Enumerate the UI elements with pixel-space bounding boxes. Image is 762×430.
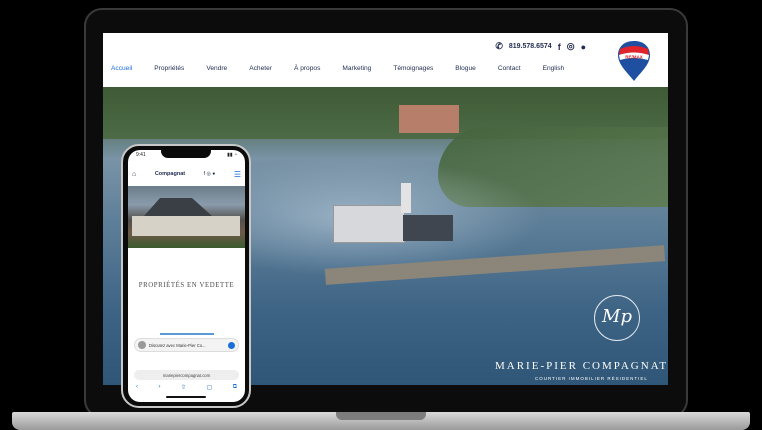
laptop-notch	[336, 412, 426, 420]
messenger-chat-bar[interactable]: Discutez avec Marie-Pier Co...	[134, 338, 239, 352]
tabs-icon[interactable]: ⧉	[233, 384, 237, 391]
phone-status-bar: 9:41 ▮▮ ◔	[136, 152, 237, 158]
site-header: ✆ 819.578.6574 f ◎ ● Accueil Propriétés …	[103, 33, 668, 87]
signal-icon: ▮▮ ◔	[227, 152, 237, 158]
marina-building-dark	[403, 215, 453, 241]
section-title: PROPRIÉTÉS EN VEDETTE	[138, 282, 235, 289]
phone-logo-text[interactable]: Compagnat	[155, 171, 185, 177]
avatar	[138, 341, 146, 349]
phone-screen: 9:41 ▮▮ ◔ ⌂ Compagnat f ◎ ● ☰ PROPRIÉTÉS…	[128, 150, 245, 402]
bookmarks-icon[interactable]: ▢	[207, 384, 213, 391]
messenger-text: Discutez avec Marie-Pier Co...	[149, 342, 206, 348]
marina-building	[333, 205, 405, 243]
remax-balloon-logo[interactable]: RE/MAX	[616, 39, 652, 83]
nav-item-english[interactable]: English	[543, 65, 565, 72]
status-time: 9:41	[136, 152, 146, 158]
nav-item-proprietes[interactable]: Propriétés	[154, 65, 184, 72]
home-icon[interactable]: ⌂	[132, 171, 136, 178]
brand-monogram: Mp	[594, 295, 640, 341]
phone-icon: ✆	[495, 41, 503, 51]
nav-item-temoignages[interactable]: Témoignages	[393, 65, 433, 72]
browser-toolbar: ‹ › ⇧ ▢ ⧉	[136, 384, 237, 391]
nav-item-marketing[interactable]: Marketing	[342, 65, 371, 72]
logo-text: RE/MAX	[625, 55, 643, 60]
nav-item-accueil[interactable]: Accueil	[111, 65, 132, 72]
instagram-icon[interactable]: ◎	[567, 41, 575, 52]
nav-item-vendre[interactable]: Vendre	[206, 65, 227, 72]
facebook-icon[interactable]: f	[558, 42, 561, 52]
home-indicator	[166, 396, 206, 398]
phone-number[interactable]: 819.578.6574	[509, 43, 552, 50]
back-icon[interactable]: ‹	[136, 384, 138, 391]
phone-site-header: ⌂ Compagnat f ◎ ● ☰	[128, 164, 245, 184]
main-nav: Accueil Propriétés Vendre Acheter À prop…	[111, 65, 586, 72]
pinterest-icon[interactable]: ●	[581, 42, 586, 52]
featured-house-photo[interactable]	[128, 186, 245, 248]
messenger-icon[interactable]	[228, 341, 235, 349]
nav-item-acheter[interactable]: Acheter	[249, 65, 272, 72]
nav-item-blogue[interactable]: Blogue	[455, 65, 476, 72]
contact-bar: ✆ 819.578.6574 f ◎ ●	[495, 41, 586, 52]
brand-name: MARIE-PIER COMPAGNAT	[495, 360, 668, 372]
section-divider	[160, 333, 214, 335]
social-icons[interactable]: f ◎ ●	[204, 171, 216, 177]
menu-icon[interactable]: ☰	[234, 170, 241, 179]
nav-item-contact[interactable]: Contact	[498, 65, 521, 72]
browser-url-bar[interactable]: mariepiercompagnat.com	[134, 370, 239, 380]
share-icon[interactable]: ⇧	[181, 384, 186, 391]
house-roof	[144, 198, 212, 216]
brand-subtitle: COURTIER IMMOBILIER RÉSIDENTIEL	[535, 376, 648, 381]
house-porch	[132, 216, 240, 236]
lookout-tower	[401, 183, 411, 213]
nav-item-a-propos[interactable]: À propos	[294, 65, 320, 72]
forward-icon[interactable]: ›	[159, 384, 161, 391]
hotel-building	[399, 105, 459, 133]
